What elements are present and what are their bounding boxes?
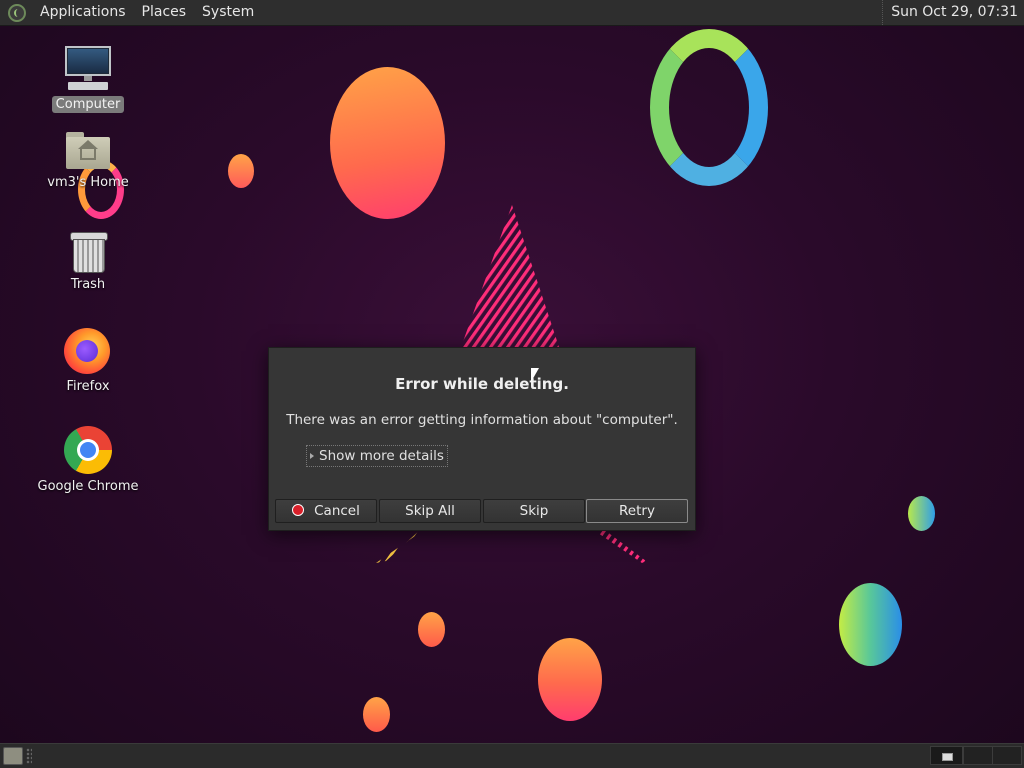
skip-button[interactable]: Skip [483, 499, 585, 523]
menu-places[interactable]: Places [134, 0, 195, 25]
stop-icon [292, 504, 305, 516]
show-desktop-icon[interactable] [3, 747, 23, 765]
cancel-button[interactable]: Cancel [275, 499, 377, 523]
wallpaper-blue-ellipse [839, 583, 902, 666]
desktop-icon-trash[interactable]: Trash [33, 230, 143, 293]
expander-arrow-icon [310, 453, 314, 459]
menu-applications[interactable]: Applications [32, 0, 134, 25]
desktop-icon-firefox[interactable]: Firefox [33, 326, 143, 395]
window-thumbnail-icon [942, 753, 953, 761]
skip-all-label: Skip All [405, 503, 455, 519]
skip-label: Skip [519, 503, 549, 519]
computer-icon [64, 46, 112, 92]
home-folder-icon [65, 130, 111, 170]
desktop-icon-label: Firefox [66, 379, 110, 394]
wallpaper-orange-dot-b [363, 697, 390, 732]
desktop-icon-label: Computer [51, 96, 125, 113]
menu-system[interactable]: System [194, 0, 262, 25]
wallpaper-small-orange-dot [228, 154, 254, 188]
skip-all-button[interactable]: Skip All [379, 499, 481, 523]
dialog-title: Error while deleting. [395, 375, 569, 393]
wallpaper-blue-dot [908, 496, 935, 531]
desktop-icon-label: Trash [70, 277, 106, 292]
show-details-expander[interactable]: Show more details [306, 445, 448, 467]
wallpaper-gradient-ring [650, 29, 768, 186]
chrome-icon [64, 426, 112, 474]
wallpaper-orange-dot-a [418, 612, 445, 647]
mouse-pointer-icon [531, 368, 539, 382]
retry-button[interactable]: Retry [586, 499, 688, 523]
workspace-1[interactable] [930, 746, 963, 765]
desktop-icon-label: vm3's Home [47, 175, 129, 190]
desktop-icon-home[interactable]: vm3's Home [33, 130, 143, 191]
wallpaper-pink-stripes [460, 205, 560, 350]
show-details-label: Show more details [319, 448, 444, 464]
trash-icon [68, 230, 108, 273]
dialog-message: There was an error getting information a… [286, 412, 678, 428]
wallpaper-pink-stripes-b [598, 525, 646, 563]
distro-logo-icon[interactable] [8, 3, 26, 22]
wallpaper-orange-ellipse-b [538, 638, 602, 721]
workspace-3[interactable] [992, 746, 1022, 765]
wallpaper-orange-ellipse [330, 67, 445, 219]
error-dialog: Error while deleting. There was an error… [268, 347, 696, 531]
retry-label: Retry [619, 503, 655, 519]
clock[interactable]: Sun Oct 29, 07:31 [882, 0, 1018, 25]
desktop-icon-label: Google Chrome [37, 479, 139, 494]
desktop-icon-chrome[interactable]: Google Chrome [33, 426, 143, 495]
cancel-label: Cancel [314, 503, 360, 519]
desktop-icon-computer[interactable]: Computer [33, 46, 143, 113]
wallpaper-yellow-stripes [376, 525, 431, 563]
top-panel: Applications Places System Sun Oct 29, 0… [0, 0, 1024, 26]
panel-handle[interactable] [26, 748, 32, 764]
firefox-icon [64, 326, 112, 374]
bottom-panel [0, 743, 1024, 768]
